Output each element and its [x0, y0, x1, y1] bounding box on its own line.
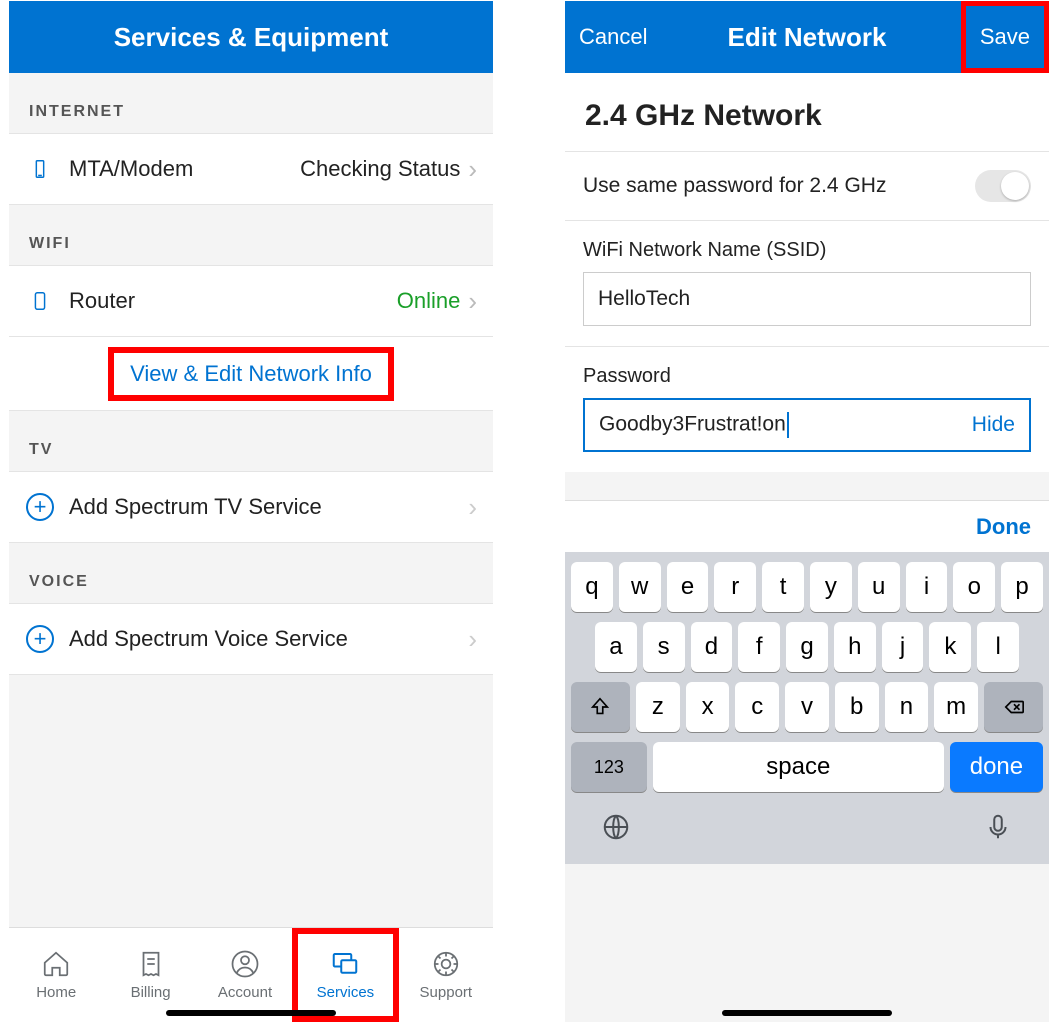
key-h[interactable]: h	[834, 622, 876, 672]
highlight-view-edit: View & Edit Network Info	[108, 347, 394, 401]
tab-account[interactable]: Account	[198, 928, 292, 1022]
row-view-edit-network[interactable]: View & Edit Network Info	[9, 337, 493, 411]
modem-icon	[25, 155, 55, 183]
key-space[interactable]: space	[653, 742, 944, 792]
row-label: Add Spectrum TV Service	[55, 494, 460, 520]
tab-home[interactable]: Home	[9, 928, 103, 1022]
password-block: Password Goodby3Frustrat!on Hide	[565, 347, 1049, 472]
row-label: Router	[55, 288, 397, 314]
keyboard: qwertyuiop asdfghjkl zxcvbnm 123 space d…	[565, 552, 1049, 864]
billing-icon	[136, 949, 166, 979]
header-title: Services & Equipment	[114, 22, 389, 53]
ssid-input[interactable]: HelloTech	[583, 272, 1031, 326]
password-input[interactable]: Goodby3Frustrat!on Hide	[583, 398, 1031, 452]
row-status: Checking Status	[300, 156, 460, 182]
key-g[interactable]: g	[786, 622, 828, 672]
key-r[interactable]: r	[714, 562, 756, 612]
key-c[interactable]: c	[735, 682, 779, 732]
network-section-title: 2.4 GHz Network	[565, 73, 1049, 151]
key-q[interactable]: q	[571, 562, 613, 612]
tab-support[interactable]: Support	[399, 928, 493, 1022]
edit-network-header: Cancel Edit Network Save	[565, 1, 1049, 73]
support-icon	[431, 949, 461, 979]
chevron-right-icon: ›	[460, 154, 477, 185]
key-d[interactable]: d	[691, 622, 733, 672]
keyboard-toolbar: Done	[565, 500, 1049, 552]
key-s[interactable]: s	[643, 622, 685, 672]
key-o[interactable]: o	[953, 562, 995, 612]
key-n[interactable]: n	[885, 682, 929, 732]
setting-label: Use same password for 2.4 GHz	[583, 174, 975, 198]
ssid-value: HelloTech	[598, 287, 1016, 311]
header-title: Edit Network	[728, 22, 887, 53]
chevron-right-icon: ›	[460, 624, 477, 655]
key-123[interactable]: 123	[571, 742, 647, 792]
ssid-block: WiFi Network Name (SSID) HelloTech	[565, 221, 1049, 347]
key-z[interactable]: z	[636, 682, 680, 732]
key-backspace[interactable]	[984, 682, 1043, 732]
row-label: MTA/Modem	[55, 156, 300, 182]
password-value: Goodby3Frustrat!on	[599, 412, 972, 438]
tab-label: Services	[317, 984, 375, 1001]
key-done[interactable]: done	[950, 742, 1043, 792]
router-icon	[25, 286, 55, 316]
home-indicator	[166, 1010, 336, 1016]
row-label: Add Spectrum Voice Service	[55, 626, 460, 652]
section-label-voice: VOICE	[9, 543, 493, 603]
cancel-button[interactable]: Cancel	[565, 1, 661, 73]
toggle-switch[interactable]	[975, 170, 1031, 202]
plus-circle-icon: +	[25, 625, 55, 653]
key-f[interactable]: f	[738, 622, 780, 672]
account-icon	[230, 949, 260, 979]
key-u[interactable]: u	[858, 562, 900, 612]
row-add-voice[interactable]: + Add Spectrum Voice Service ›	[9, 603, 493, 675]
tab-label: Billing	[131, 984, 171, 1001]
key-b[interactable]: b	[835, 682, 879, 732]
section-label-tv: TV	[9, 411, 493, 471]
tab-services[interactable]: Services	[292, 928, 398, 1022]
key-j[interactable]: j	[882, 622, 924, 672]
save-button[interactable]: Save	[961, 1, 1049, 73]
tab-label: Home	[36, 984, 76, 1001]
key-p[interactable]: p	[1001, 562, 1043, 612]
section-label-wifi: WIFI	[9, 205, 493, 265]
row-router[interactable]: Router Online ›	[9, 265, 493, 337]
chevron-right-icon: ›	[460, 492, 477, 523]
text-caret	[787, 412, 789, 438]
tab-billing[interactable]: Billing	[103, 928, 197, 1022]
key-m[interactable]: m	[934, 682, 978, 732]
row-add-tv[interactable]: + Add Spectrum TV Service ›	[9, 471, 493, 543]
home-icon	[41, 949, 71, 979]
key-shift[interactable]	[571, 682, 630, 732]
key-l[interactable]: l	[977, 622, 1019, 672]
key-i[interactable]: i	[906, 562, 948, 612]
key-e[interactable]: e	[667, 562, 709, 612]
section-label-internet: INTERNET	[9, 73, 493, 133]
keyboard-done-button[interactable]: Done	[976, 514, 1031, 540]
key-a[interactable]: a	[595, 622, 637, 672]
key-y[interactable]: y	[810, 562, 852, 612]
services-header: Services & Equipment	[9, 1, 493, 73]
same-password-row[interactable]: Use same password for 2.4 GHz	[565, 151, 1049, 221]
key-x[interactable]: x	[686, 682, 730, 732]
tab-label: Account	[218, 984, 272, 1001]
plus-circle-icon: +	[25, 493, 55, 521]
key-w[interactable]: w	[619, 562, 661, 612]
tab-label: Support	[420, 984, 473, 1001]
password-label: Password	[583, 365, 1031, 388]
chevron-right-icon: ›	[460, 286, 477, 317]
key-k[interactable]: k	[929, 622, 971, 672]
globe-icon[interactable]	[601, 812, 631, 847]
tab-bar: Home Billing Account Services Support	[9, 927, 493, 1022]
home-indicator	[722, 1010, 892, 1016]
mic-icon[interactable]	[983, 812, 1013, 847]
row-status-online: Online	[397, 288, 461, 314]
services-icon	[330, 949, 360, 979]
ssid-label: WiFi Network Name (SSID)	[583, 239, 1031, 262]
row-mta-modem[interactable]: MTA/Modem Checking Status ›	[9, 133, 493, 205]
link-label: View & Edit Network Info	[130, 361, 372, 386]
key-t[interactable]: t	[762, 562, 804, 612]
key-v[interactable]: v	[785, 682, 829, 732]
hide-password-button[interactable]: Hide	[972, 413, 1015, 437]
